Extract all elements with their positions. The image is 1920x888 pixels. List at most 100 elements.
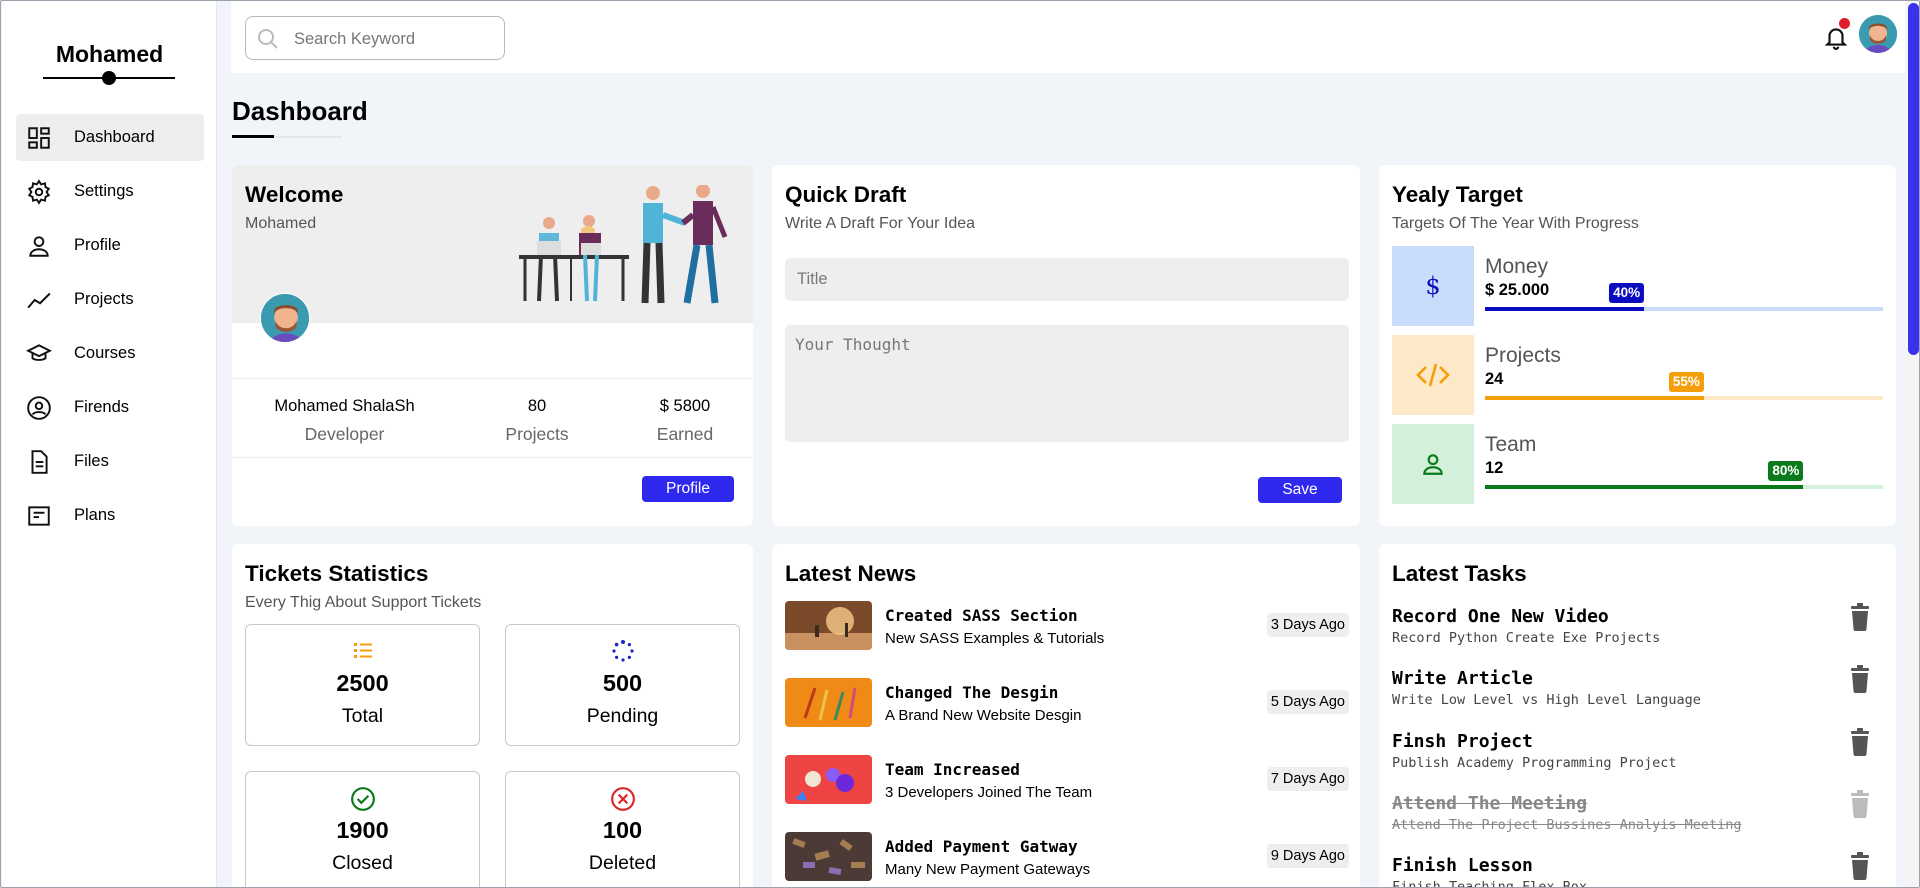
ticket-label: Total [341,705,384,727]
task-item: Finish Lesson Finish Teaching Flex Box [1392,852,1883,888]
news-item[interactable]: Changed The Desgin A Brand New Website D… [785,678,1349,730]
latest-tasks-card: Latest Tasks Record One New Video Record… [1379,544,1896,888]
spinner-icon [506,639,739,665]
ticket-number: 2500 [336,670,389,696]
search-icon [258,29,278,49]
page-title: Dashboard [232,96,368,126]
news-heading: Added Payment Gatway [885,837,1078,856]
profile-button[interactable]: Profile [642,476,734,502]
delete-task-button[interactable] [1849,852,1871,880]
news-item[interactable]: Created SASS Section New SASS Examples &… [785,601,1349,653]
sidebar-item-files[interactable]: Files [16,438,204,485]
notification-dot [1839,18,1850,29]
delete-task-button[interactable] [1849,603,1871,631]
scrollbar-thumb[interactable] [1908,3,1919,355]
ticket-box-pending: 500 Pending [505,624,740,746]
avatar[interactable] [1859,15,1897,53]
target-subtitle: Targets Of The Year With Progress [1392,215,1639,232]
news-title: Latest News [785,561,917,586]
news-thumbnail [785,832,872,881]
target-name: Money [1485,255,1549,278]
news-thumbnail [785,678,872,727]
task-heading: Attend The Meeting [1392,793,1588,814]
target-row-team: Team 12 80% [1392,424,1883,504]
trash-icon [1851,728,1869,756]
task-item-done: Attend The Meeting Attend The Project Bu… [1392,790,1883,845]
sidebar-item-profile[interactable]: Profile [16,222,204,269]
welcome-card: Welcome Mohamed Mohamed ShalaSh Develope… [232,165,753,526]
stat-label: Earned [656,424,714,444]
chart-line-icon [27,292,51,308]
draft-thought-field[interactable] [785,325,1349,442]
news-item[interactable]: Team Increased 3 Developers Joined The T… [785,755,1349,807]
delete-task-button[interactable] [1849,728,1871,756]
dashboard-icon [28,126,50,149]
trash-icon [1851,603,1869,631]
dollar-icon: $ [1392,246,1474,326]
task-heading: Finish Lesson [1392,855,1533,876]
ticket-box-closed: 1900 Closed [245,771,480,887]
ticket-number: 500 [602,670,643,696]
news-thumbnail [785,755,872,804]
progress-fill: 80% [1485,461,1804,489]
page-scrollbar[interactable] [1905,1,1919,887]
task-heading: Write Article [1392,668,1533,689]
app-window: Mohamed Dashboard Settings Profile Proje… [0,0,1920,888]
user-icon [29,235,49,257]
sidebar-item-label: Profile [74,236,121,254]
task-heading: Finsh Project [1392,731,1533,752]
news-item[interactable]: Added Payment Gatway Many New Payment Ga… [785,832,1349,884]
avatar-image [1859,15,1897,53]
yearly-target-card: Yealy Target Targets Of The Year With Pr… [1379,165,1896,526]
news-date-badge: 5 Days Ago [1266,690,1349,714]
sidebar-item-projects[interactable]: Projects [16,276,204,323]
ticket-label: Closed [332,852,393,874]
save-button[interactable]: Save [1258,477,1342,503]
target-value: $ 25.000 [1485,281,1550,299]
tickets-card: Tickets Statistics Every Thig About Supp… [232,544,753,887]
progress-badge: 55% [1668,372,1704,392]
progress-bar: 40% [1485,283,1883,311]
stat-projects: 80 Projects [457,379,617,457]
delete-task-button[interactable] [1849,790,1871,818]
delete-task-button[interactable] [1849,665,1871,693]
sidebar-item-friends[interactable]: Firends [16,384,204,431]
news-text: 3 Developers Joined The Team [885,784,1093,801]
list-card-icon [28,505,50,526]
task-text: Finish Teaching Flex Box [1392,879,1588,888]
draft-title-field[interactable] [785,258,1349,301]
sidebar: Mohamed Dashboard Settings Profile Proje… [2,1,217,887]
tasks-title: Latest Tasks [1392,561,1527,586]
task-heading: Record One New Video [1392,606,1609,627]
code-icon [1392,335,1474,415]
ticket-number: 1900 [336,817,389,843]
x-circle-icon [506,786,739,812]
target-value: 12 [1485,459,1504,477]
search-input[interactable] [294,27,494,51]
news-thumbnail [785,601,872,650]
trash-icon [1851,852,1869,880]
graduation-cap-icon [26,343,52,361]
sidebar-item-plans[interactable]: Plans [16,492,204,539]
target-row-money: $ Money $ 25.000 40% [1392,246,1883,326]
sidebar-item-label: Projects [74,290,134,308]
sidebar-item-settings[interactable]: Settings [16,168,204,215]
quick-draft-card: Quick Draft Write A Draft For Your Idea … [772,165,1360,526]
target-name: Team [1485,433,1537,456]
avatar [260,293,310,343]
list-icon [246,639,479,665]
check-circle-icon [246,786,479,812]
file-icon [31,449,48,474]
sidebar-item-dashboard[interactable]: Dashboard [16,114,204,161]
task-text: Attend The Project Bussines Analyis Meet… [1392,817,1742,833]
sidebar-item-label: Plans [74,506,116,524]
ticket-label: Deleted [588,852,657,874]
search-box[interactable] [245,16,505,60]
sidebar-item-courses[interactable]: Courses [16,330,204,377]
target-name: Projects [1485,344,1561,367]
draft-title: Quick Draft [785,182,907,207]
progress-fill: 55% [1485,372,1704,400]
notification-button[interactable] [1823,18,1851,53]
sidebar-item-label: Files [74,452,109,470]
ticket-number: 100 [602,817,643,843]
